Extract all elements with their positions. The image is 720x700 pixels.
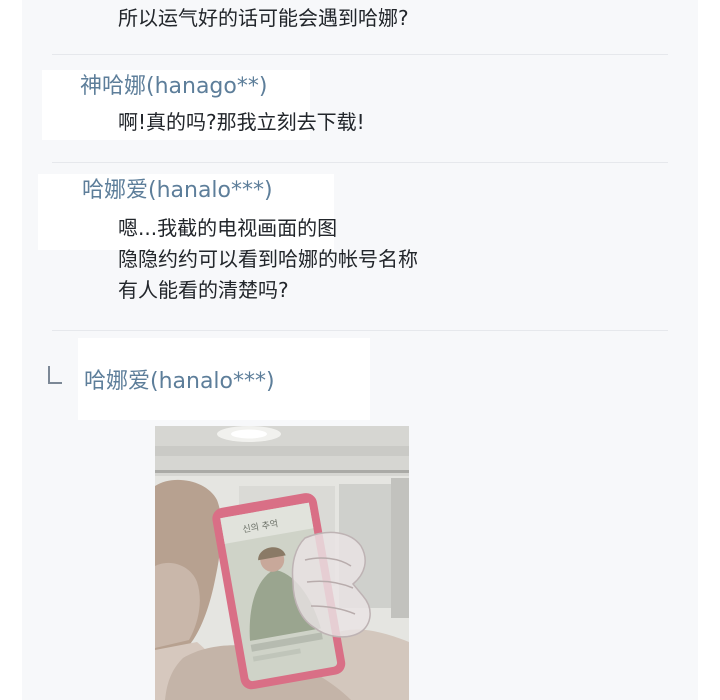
message-text-line: 所以运气好的话可能会遇到哈娜? xyxy=(118,6,409,30)
username-link[interactable]: 哈娜爱(hanalo***) xyxy=(84,367,275,397)
divider xyxy=(52,162,668,163)
message-text-line: 有人能看的清楚吗? xyxy=(118,278,289,302)
attached-screenshot-image[interactable]: 신의 추억 xyxy=(155,426,409,700)
message-text-line: 隐隐约约可以看到哈娜的帐号名称 xyxy=(118,247,418,271)
reply-arrow-icon xyxy=(48,366,62,384)
username-link[interactable]: 神哈娜(hanago**) xyxy=(80,72,267,102)
username-link[interactable]: 哈娜爱(hanalo***) xyxy=(82,176,273,206)
message-text-line: 嗯...我截的电视画面的图 xyxy=(118,216,338,240)
illustration: 신의 추억 xyxy=(155,426,409,700)
divider xyxy=(52,54,668,55)
message-text-line: 啊!真的吗?那我立刻去下载! xyxy=(118,110,365,134)
divider xyxy=(52,330,668,331)
